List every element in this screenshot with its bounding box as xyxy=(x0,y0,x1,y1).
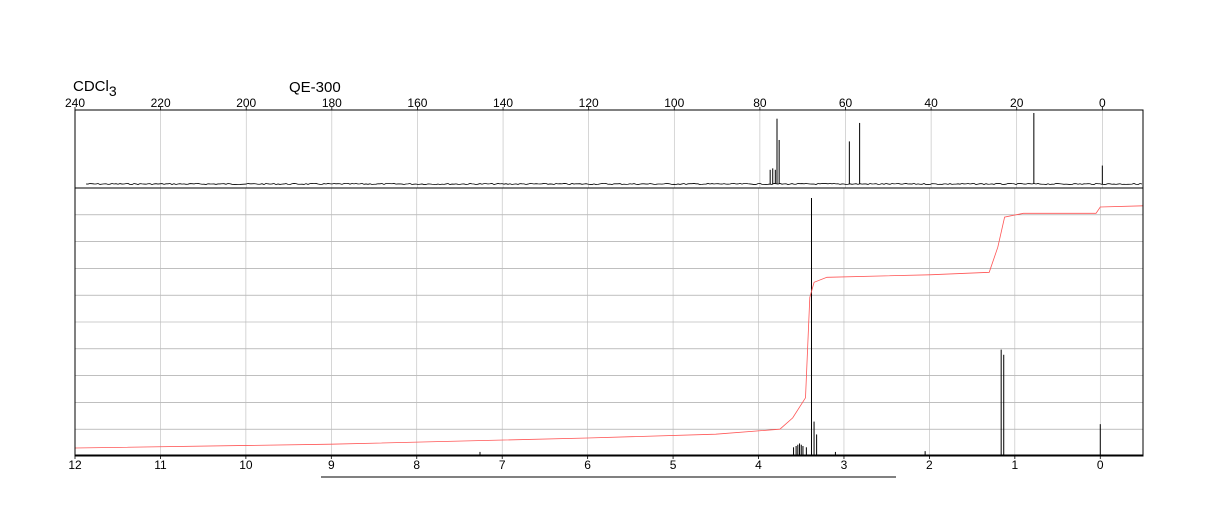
carbon-grid xyxy=(160,110,1103,188)
proton-tick-label: 5 xyxy=(670,458,677,472)
carbon-tick-label: 200 xyxy=(236,96,256,110)
proton-tick-label: 8 xyxy=(413,458,420,472)
carbon-tick-label: 0 xyxy=(1099,96,1106,110)
carbon-tick-label: 220 xyxy=(151,96,171,110)
proton-tick-label: 0 xyxy=(1097,458,1104,472)
carbon-tick-label: 140 xyxy=(493,96,513,110)
carbon-frame xyxy=(74,109,1144,189)
carbon-spectrum-panel: 240 220 200 180 160 140 120 100 80 60 40 20 0 xyxy=(65,96,1144,189)
proton-tick-label: 3 xyxy=(841,458,848,472)
proton-grid xyxy=(75,188,1143,456)
carbon-baseline xyxy=(85,182,1143,186)
proton-tick-label: 4 xyxy=(755,458,762,472)
spectrum-figure: CDCl3 QE-300 240 220 200 180 160 140 120 100 80 6… xyxy=(65,78,1144,478)
proton-spectrum-panel: 12 11 10 9 8 7 6 5 4 3 2 1 0 xyxy=(68,187,1144,478)
proton-tick-label: 9 xyxy=(328,458,335,472)
proton-tick-label: 1 xyxy=(1011,458,1018,472)
proton-axis-ticks: 12 11 10 9 8 7 6 5 4 3 2 1 0 xyxy=(68,456,1104,472)
carbon-axis-ticks: 240 220 200 180 160 140 120 100 80 60 40 20 0 xyxy=(65,96,1106,110)
carbon-peaks xyxy=(769,113,1103,184)
proton-tick-label: 11 xyxy=(154,458,167,472)
proton-peaks xyxy=(479,198,1101,455)
proton-tick-label: 10 xyxy=(239,458,253,472)
carbon-tick-label: 100 xyxy=(664,96,684,110)
carbon-tick-label: 80 xyxy=(753,96,767,110)
instrument-label: QE-300 xyxy=(289,79,341,96)
carbon-tick-label: 40 xyxy=(924,96,938,110)
proton-tick-label: 2 xyxy=(926,458,933,472)
carbon-tick-label: 180 xyxy=(322,96,342,110)
carbon-tick-label: 60 xyxy=(839,96,853,110)
proton-tick-label: 7 xyxy=(499,458,506,472)
proton-tick-label: 12 xyxy=(68,458,82,472)
integral-curve xyxy=(74,205,1144,449)
carbon-tick-label: 240 xyxy=(65,96,85,110)
carbon-tick-label: 120 xyxy=(579,96,599,110)
proton-tick-label: 6 xyxy=(584,458,591,472)
carbon-tick-label: 160 xyxy=(407,96,427,110)
carbon-tick-label: 20 xyxy=(1010,96,1024,110)
